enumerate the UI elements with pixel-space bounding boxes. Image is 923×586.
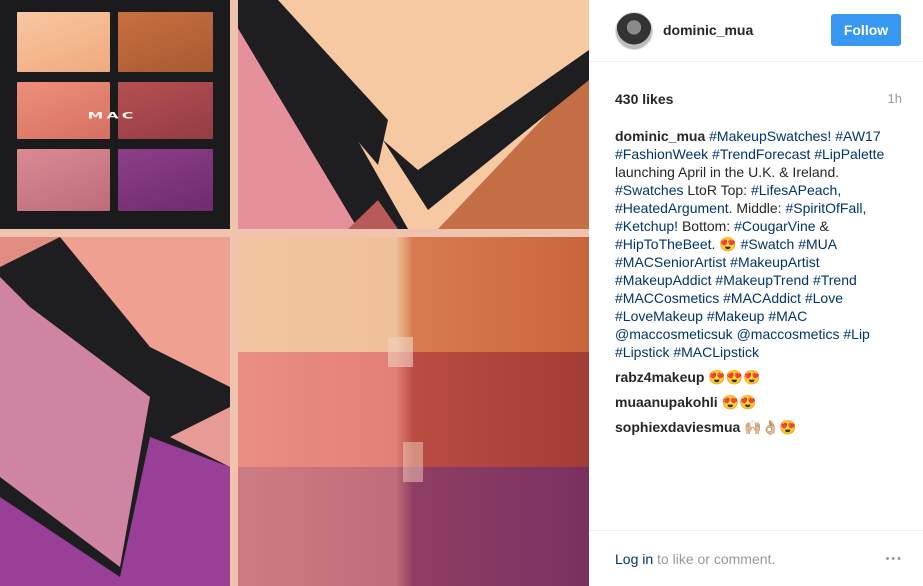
hashtag-link[interactable]: #Ketchup! xyxy=(615,218,678,234)
more-options-icon[interactable]: ••• xyxy=(885,553,903,565)
hashtag-link[interactable]: #HeatedArgument. xyxy=(615,200,733,216)
palette-closeup-top xyxy=(238,0,589,229)
comment: muaanupakohli 😍😍 xyxy=(615,393,756,411)
hashtag-link[interactable]: #MACAddict xyxy=(723,290,801,306)
comment-text: 😍😍 xyxy=(721,394,757,410)
hashtag-link[interactable]: #Trend xyxy=(813,272,857,288)
hashtag-link[interactable]: #HipToTheBeet. xyxy=(615,236,715,252)
hashtag-link[interactable]: #MACSeniorArtist xyxy=(615,254,726,270)
hashtag-link[interactable]: #AW17 xyxy=(835,128,880,144)
likes-count[interactable]: 430 likes xyxy=(615,91,673,107)
hashtag-link[interactable]: #MUA xyxy=(798,236,836,252)
hashtag-link[interactable]: #MakeupSwatches! xyxy=(709,128,831,144)
login-prompt: Log in to like or comment. xyxy=(615,551,775,567)
follow-button[interactable]: Follow xyxy=(831,14,901,46)
hashtag-link[interactable]: #MACLipstick xyxy=(673,344,759,360)
hashtag-link[interactable]: #FashionWeek xyxy=(615,146,708,162)
hashtag-link[interactable]: #MAC xyxy=(768,308,807,324)
caption-username[interactable]: dominic_mua xyxy=(615,128,705,144)
hashtag-link[interactable]: #MakeupTrend xyxy=(715,272,809,288)
hashtag-link[interactable]: #Lip xyxy=(843,326,869,342)
lip-swatches xyxy=(238,237,589,586)
comment-text: 🙌🏼👌🏼😍 xyxy=(744,419,797,435)
hashtag-link[interactable]: @maccosmeticsuk xyxy=(615,326,733,342)
hashtag-link[interactable]: #MakeupAddict xyxy=(615,272,712,288)
username-link[interactable]: dominic_mua xyxy=(663,22,753,38)
hashtag-link[interactable]: #MakeupArtist xyxy=(730,254,819,270)
hashtag-link[interactable]: #LipPalette xyxy=(814,146,884,162)
palette-closeup-left xyxy=(0,237,230,586)
caption-text: #MakeupSwatches! #AW17 #FashionWeek #Tre… xyxy=(615,128,884,360)
comment: sophiexdaviesmua 🙌🏼👌🏼😍 xyxy=(615,418,796,436)
caption-fragment: Bottom: xyxy=(678,218,735,234)
post-photo[interactable]: MAC xyxy=(0,0,589,586)
hashtag-link[interactable]: @maccosmetics xyxy=(737,326,840,342)
comment-username[interactable]: muaanupakohli xyxy=(615,394,718,410)
caption-fragment: & xyxy=(815,218,829,234)
login-text: to like or comment. xyxy=(653,551,776,567)
caption-fragment: Middle: xyxy=(732,200,786,216)
hashtag-link[interactable]: #CougarVine xyxy=(734,218,815,234)
hashtag-link[interactable]: #Love xyxy=(805,290,843,306)
avatar[interactable] xyxy=(615,12,653,50)
hashtag-link[interactable]: #SpiritOfFall, xyxy=(785,200,866,216)
comment-username[interactable]: sophiexdaviesmua xyxy=(615,419,740,435)
hashtag-link[interactable]: #Swatch xyxy=(741,236,795,252)
mac-logo: MAC xyxy=(87,110,137,121)
caption-fragment: LtoR Top: xyxy=(683,182,751,198)
post-header: dominic_mua Follow xyxy=(589,0,923,62)
login-link[interactable]: Log in xyxy=(615,551,653,567)
caption-fragment: 😍 xyxy=(715,236,741,252)
caption: dominic_mua #MakeupSwatches! #AW17 #Fash… xyxy=(615,127,905,361)
hashtag-link[interactable]: #MACCosmetics xyxy=(615,290,719,306)
hashtag-link[interactable]: #Makeup xyxy=(707,308,765,324)
post-time[interactable]: 1h xyxy=(888,91,902,106)
comment-username[interactable]: rabz4makeup xyxy=(615,369,704,385)
post-details-panel: dominic_mua Follow 430 likes 1h dominic_… xyxy=(589,0,923,586)
palette-image: MAC xyxy=(0,0,230,229)
hashtag-link[interactable]: #TrendForecast xyxy=(712,146,810,162)
caption-fragment: launching April in the U.K. & Ireland. xyxy=(615,164,840,180)
hashtag-link[interactable]: #LoveMakeup xyxy=(615,308,703,324)
hashtag-link[interactable]: #Lipstick xyxy=(615,344,669,360)
comment: rabz4makeup 😍😍😍 xyxy=(615,368,761,386)
comment-text: 😍😍😍 xyxy=(708,369,761,385)
post-footer: Log in to like or comment. ••• xyxy=(589,530,923,586)
hashtag-link[interactable]: #Swatches xyxy=(615,182,683,198)
hashtag-link[interactable]: #LifesAPeach, xyxy=(751,182,841,198)
